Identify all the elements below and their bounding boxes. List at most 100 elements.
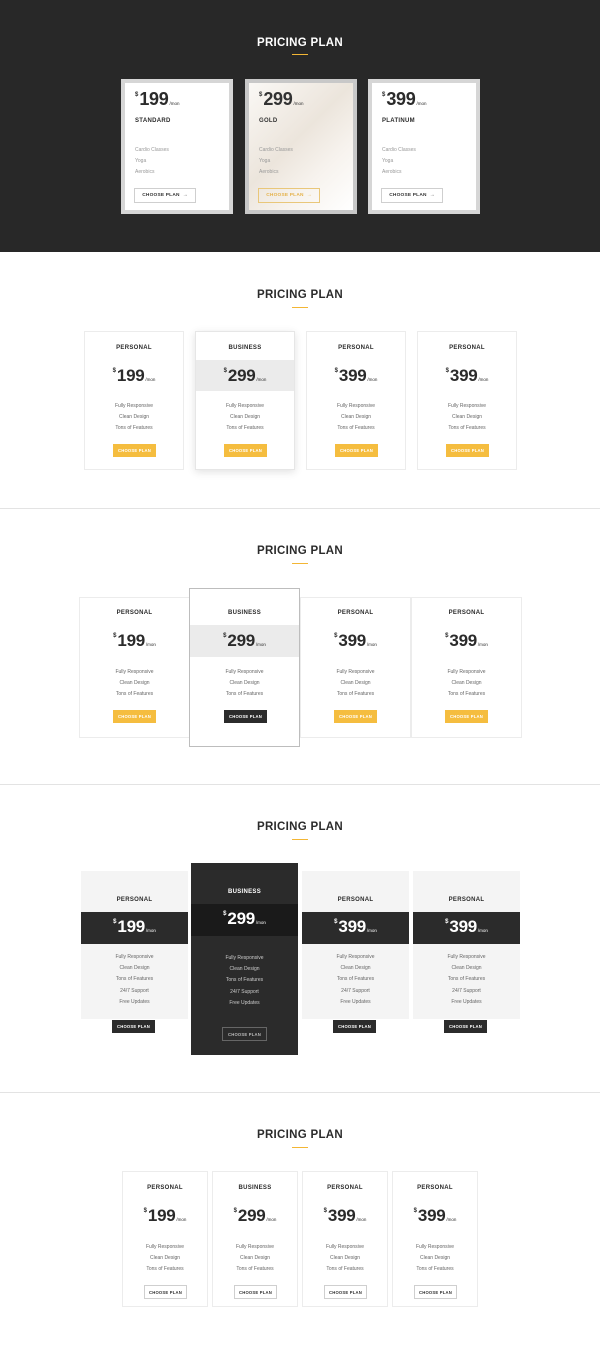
choose-plan-button[interactable]: CHOOSE PLAN bbox=[334, 710, 377, 723]
choose-plan-button[interactable]: CHOOSE PLAN bbox=[112, 1020, 155, 1033]
plan-price: $199/mon bbox=[135, 89, 180, 109]
plan-name: PERSONAL bbox=[417, 1185, 453, 1191]
plan-name: PERSONAL bbox=[338, 345, 374, 351]
choose-plan-button[interactable]: CHOOSE PLAN bbox=[324, 1285, 367, 1299]
plan-name: PERSONAL bbox=[337, 610, 374, 616]
plan-name: PERSONAL bbox=[116, 610, 153, 616]
plan-features: Fully Responsive Clean Design Tons of Feat… bbox=[336, 403, 376, 432]
section-title: PRICING PLAN bbox=[256, 1129, 344, 1141]
title-underline bbox=[292, 563, 308, 564]
pricing-section-1: PRICING PLAN $199/mon STANDARD Cardio Cl… bbox=[0, 0, 600, 252]
plan-card-personal: PERSONAL $199/mon Fully Responsive Clean … bbox=[84, 331, 184, 470]
plan-card-platinum: $399/mon PLATINUM Cardio Classes Yoga Aero… bbox=[368, 79, 480, 214]
plan-card-personal: PERSONAL $399/mon Fully Responsive Clean … bbox=[302, 871, 409, 1033]
title-underline bbox=[292, 54, 308, 55]
plan-name: PERSONAL bbox=[448, 610, 485, 616]
choose-plan-button[interactable]: CHOOSE PLAN bbox=[335, 444, 378, 457]
plan-price: $399/mon bbox=[413, 1206, 457, 1225]
choose-plan-button[interactable]: CHOOSE PLAN bbox=[446, 444, 489, 457]
plan-card-business: BUSINESS $299/mon Fully Responsive Clean … bbox=[212, 1171, 298, 1307]
plan-features: Fully Responsive Clean Design Tons of Feat… bbox=[447, 669, 486, 698]
section-title: PRICING PLAN bbox=[256, 545, 344, 557]
plan-card-personal: PERSONAL $399/mon Fully Responsive Clean … bbox=[306, 331, 406, 470]
plan-features: Cardio Classes Yoga Aerobics bbox=[135, 147, 169, 176]
choose-plan-button[interactable]: CHOOSE PLAN → bbox=[381, 188, 443, 203]
plan-card-personal: PERSONAL $399/mon Fully Responsive Clean … bbox=[417, 331, 517, 470]
section-title: PRICING PLAN bbox=[256, 37, 344, 49]
plan-features: Cardio Classes Yoga Aerobics bbox=[259, 147, 293, 176]
plan-name: BUSINESS bbox=[227, 889, 262, 895]
plan-card-personal: PERSONAL $199/mon Fully Responsive Clean … bbox=[122, 1171, 208, 1307]
plan-card-personal: PERSONAL $399/mon Fully Responsive Clean … bbox=[300, 597, 411, 738]
plan-name: PERSONAL bbox=[449, 345, 485, 351]
section-divider bbox=[0, 508, 600, 509]
section-divider bbox=[0, 784, 600, 785]
plan-price: $399/mon bbox=[334, 366, 378, 385]
plan-price: $199/mon bbox=[113, 631, 156, 650]
choose-plan-button[interactable]: CHOOSE PLAN bbox=[224, 710, 267, 723]
plan-price: $299/mon bbox=[233, 1206, 277, 1225]
plan-card-personal: PERSONAL $199/mon Fully Responsive Clean … bbox=[79, 597, 190, 738]
arrow-right-icon: → bbox=[182, 193, 188, 198]
plan-price: $299/mon bbox=[223, 631, 266, 650]
plan-features: Fully Responsive Clean Design Tons of Feat… bbox=[447, 954, 486, 1005]
plan-card-personal: PERSONAL $399/mon Fully Responsive Clean … bbox=[411, 597, 522, 738]
choose-plan-button[interactable]: CHOOSE PLAN bbox=[445, 710, 488, 723]
plan-features: Fully Responsive Clean Design Tons of Feat… bbox=[336, 669, 375, 698]
choose-plan-button[interactable]: CHOOSE PLAN bbox=[144, 1285, 187, 1299]
section-divider bbox=[0, 1092, 600, 1093]
plan-price: $399/mon bbox=[334, 631, 377, 650]
plan-price: $199/mon bbox=[113, 917, 156, 936]
choose-plan-button[interactable]: CHOOSE PLAN → bbox=[134, 188, 196, 203]
choose-plan-button[interactable]: CHOOSE PLAN bbox=[222, 1027, 267, 1041]
plan-price: $299/mon bbox=[223, 366, 267, 385]
plan-card-personal: PERSONAL $399/mon Fully Responsive Clean … bbox=[392, 1171, 478, 1307]
plan-price: $299/mon bbox=[259, 89, 304, 109]
plan-price: $399/mon bbox=[445, 917, 488, 936]
plan-price: $399/mon bbox=[445, 366, 489, 385]
plan-name: GOLD bbox=[259, 118, 278, 124]
plan-name: BUSINESS bbox=[238, 1185, 272, 1191]
choose-plan-button[interactable]: CHOOSE PLAN bbox=[224, 444, 267, 457]
plan-price: $399/mon bbox=[334, 917, 377, 936]
plan-card-personal: PERSONAL $399/mon Fully Responsive Clean … bbox=[413, 871, 520, 1033]
section-title: PRICING PLAN bbox=[256, 821, 344, 833]
plan-price: $399/mon bbox=[382, 89, 427, 109]
plan-features: Cardio Classes Yoga Aerobics bbox=[382, 147, 416, 176]
choose-plan-button[interactable]: CHOOSE PLAN bbox=[113, 710, 156, 723]
title-underline bbox=[292, 839, 308, 840]
plan-card-business: BUSINESS $299/mon Fully Responsive Clean … bbox=[191, 863, 298, 1055]
plan-name: PLATINUM bbox=[382, 118, 415, 124]
choose-plan-button[interactable]: CHOOSE PLAN bbox=[444, 1020, 487, 1033]
choose-plan-button[interactable]: CHOOSE PLAN → bbox=[258, 188, 320, 203]
plan-features: Fully Responsive Clean Design Tons of Feat… bbox=[336, 954, 375, 1005]
plan-features: Fully Responsive Clean Design Tons of Feat… bbox=[225, 955, 264, 1006]
plan-features: Fully Responsive Clean Design Tons of Feat… bbox=[225, 669, 264, 698]
choose-plan-button[interactable]: CHOOSE PLAN bbox=[414, 1285, 457, 1299]
plan-card-personal: PERSONAL $399/mon Fully Responsive Clean … bbox=[302, 1171, 388, 1307]
choose-plan-button[interactable]: CHOOSE PLAN bbox=[113, 444, 156, 457]
arrow-right-icon: → bbox=[429, 193, 435, 198]
plan-card-standard: $199/mon STANDARD Cardio Classes Yoga Aero… bbox=[121, 79, 233, 214]
plan-name: BUSINESS bbox=[227, 610, 262, 616]
plan-name: PERSONAL bbox=[448, 897, 485, 903]
plan-features: Fully Responsive Clean Design Tons of Feat… bbox=[325, 1244, 365, 1273]
plan-name: STANDARD bbox=[135, 118, 171, 124]
choose-plan-button[interactable]: CHOOSE PLAN bbox=[333, 1020, 376, 1033]
plan-name: PERSONAL bbox=[337, 897, 374, 903]
plan-features: Fully Responsive Clean Design Tons of Feat… bbox=[114, 403, 154, 432]
plan-name: BUSINESS bbox=[228, 345, 262, 351]
section-title: PRICING PLAN bbox=[256, 289, 344, 301]
plan-features: Fully Responsive Clean Design Tons of Feat… bbox=[235, 1244, 275, 1273]
arrow-right-icon: → bbox=[306, 193, 312, 198]
plan-card-business: BUSINESS $299/mon Fully Responsive Clean … bbox=[195, 331, 295, 470]
plan-card-business: BUSINESS $299/mon Fully Responsive Clean … bbox=[189, 588, 300, 747]
plan-features: Fully Responsive Clean Design Tons of Feat… bbox=[145, 1244, 185, 1273]
title-underline bbox=[292, 1147, 308, 1148]
plan-price: $399/mon bbox=[323, 1206, 367, 1225]
plan-price: $199/mon bbox=[112, 366, 156, 385]
title-underline bbox=[292, 307, 308, 308]
choose-plan-button[interactable]: CHOOSE PLAN bbox=[234, 1285, 277, 1299]
plan-name: PERSONAL bbox=[327, 1185, 363, 1191]
plan-price: $399/mon bbox=[445, 631, 488, 650]
